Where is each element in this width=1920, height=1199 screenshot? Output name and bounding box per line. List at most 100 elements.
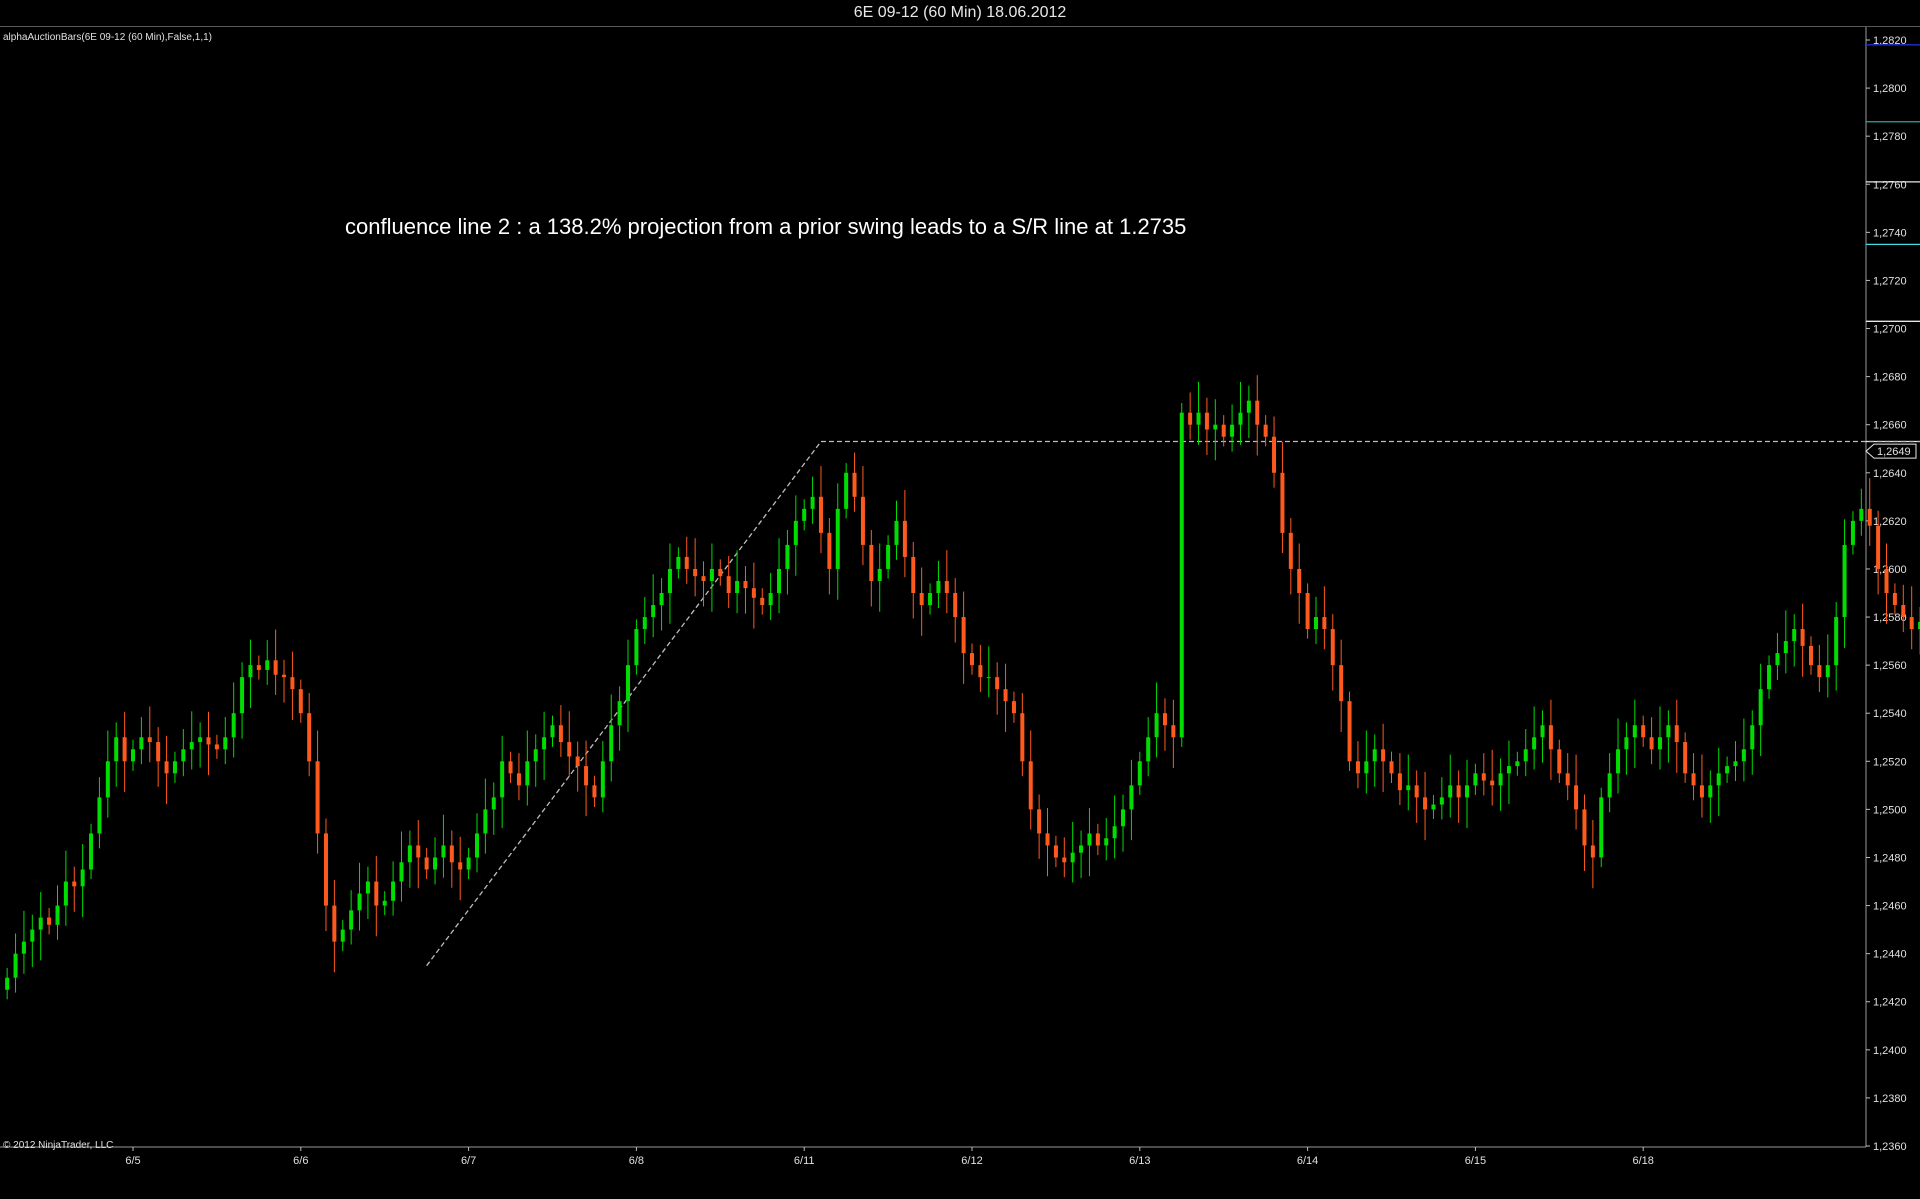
candle-body bbox=[894, 520, 899, 545]
candle-body bbox=[1263, 424, 1268, 437]
candle-body bbox=[1104, 838, 1109, 846]
candle-body bbox=[1884, 568, 1889, 593]
x-tick-label: 6/11 bbox=[794, 1155, 815, 1167]
candle-body bbox=[1095, 833, 1100, 846]
candle-body bbox=[1892, 593, 1897, 606]
candle-body bbox=[768, 593, 773, 606]
chart-annotation[interactable]: confluence line 2 : a 138.2% projection … bbox=[345, 214, 1186, 240]
candle-body bbox=[105, 761, 110, 798]
candle-body bbox=[1783, 641, 1788, 654]
y-tick-label: 1,2460 bbox=[1873, 901, 1907, 913]
candle-body bbox=[1607, 773, 1612, 798]
candle-body bbox=[709, 568, 714, 581]
candle-body bbox=[181, 749, 186, 762]
candle-body bbox=[1423, 797, 1428, 810]
candle-body bbox=[1204, 412, 1209, 430]
candle-body bbox=[1641, 725, 1646, 738]
candle-body bbox=[827, 532, 832, 569]
candle-body bbox=[928, 593, 933, 606]
candle-body bbox=[651, 605, 656, 618]
candle-body bbox=[349, 910, 354, 930]
candle-body bbox=[978, 665, 983, 678]
candle-body bbox=[433, 857, 438, 870]
candle-body bbox=[1339, 665, 1344, 702]
candle-body bbox=[735, 580, 740, 593]
candle-body bbox=[458, 862, 463, 870]
candle-body bbox=[642, 617, 647, 630]
candle-body bbox=[265, 660, 270, 670]
candle-body bbox=[1213, 424, 1218, 430]
candle-body bbox=[1834, 617, 1839, 666]
price-chart[interactable]: 6/5 6/6 6/7 6/8 6/11 6/12 6/13 6/14 6/15 6/18 1,2… bbox=[0, 27, 1920, 1199]
window-title: 6E 09-12 (60 Min) 18.06.2012 bbox=[853, 4, 1067, 21]
candle-body bbox=[902, 520, 907, 557]
candle-body bbox=[231, 713, 236, 738]
candle-body bbox=[1809, 645, 1813, 666]
candle-body bbox=[1616, 749, 1621, 774]
candle-body bbox=[1313, 617, 1318, 630]
candle-body bbox=[1045, 833, 1050, 846]
candle-body bbox=[1800, 629, 1805, 646]
x-tick-label: 6/13 bbox=[1129, 1155, 1150, 1167]
y-tick-label: 1,2360 bbox=[1873, 1141, 1907, 1153]
candle-body bbox=[1456, 785, 1461, 798]
candle-body bbox=[89, 833, 94, 870]
y-tick-label: 1,2500 bbox=[1873, 804, 1907, 816]
y-tick-label: 1,2660 bbox=[1873, 420, 1907, 432]
candle-body bbox=[1624, 737, 1629, 750]
candle-body bbox=[500, 761, 505, 798]
candle-body bbox=[147, 737, 152, 743]
candle-body bbox=[575, 756, 580, 767]
candle-body bbox=[1859, 508, 1864, 521]
y-tick-label: 1,2400 bbox=[1873, 1045, 1907, 1057]
candle-body bbox=[1708, 785, 1713, 798]
candle-body bbox=[1162, 713, 1167, 726]
candle-body bbox=[1498, 773, 1503, 786]
candle-body bbox=[1070, 852, 1075, 863]
candle-body bbox=[777, 568, 782, 593]
x-tick-label: 6/7 bbox=[461, 1155, 476, 1167]
candle-body bbox=[567, 742, 572, 757]
candle-body bbox=[693, 568, 698, 577]
indicator-label: alphaAuctionBars(6E 09-12 (60 Min),False… bbox=[3, 32, 212, 43]
candle-body bbox=[491, 797, 496, 810]
x-tick-label: 6/18 bbox=[1632, 1155, 1653, 1167]
candle-body bbox=[1188, 412, 1193, 425]
candle-body bbox=[1364, 761, 1369, 774]
candle-body bbox=[1003, 689, 1008, 702]
candle-body bbox=[1490, 780, 1495, 786]
candle-body bbox=[282, 674, 287, 678]
candle-body bbox=[810, 496, 815, 509]
candle-body bbox=[466, 857, 471, 870]
candle-body bbox=[1062, 857, 1067, 863]
candle-body bbox=[600, 761, 605, 798]
y-tick-label: 1,2480 bbox=[1873, 852, 1907, 864]
candle-body bbox=[198, 737, 203, 743]
candle-body bbox=[131, 749, 135, 762]
candle-body bbox=[1506, 766, 1511, 774]
y-tick-label: 1,2700 bbox=[1873, 324, 1907, 336]
candle-body bbox=[483, 809, 488, 834]
candle-body bbox=[72, 881, 77, 887]
candle-body bbox=[1850, 520, 1855, 545]
candle-body bbox=[1112, 826, 1117, 839]
candle-body bbox=[726, 576, 731, 593]
title-bar: 6E 09-12 (60 Min) 18.06.2012 bbox=[0, 0, 1920, 27]
candle-body bbox=[785, 544, 790, 569]
candle-body bbox=[172, 761, 177, 774]
candle-body bbox=[818, 496, 823, 533]
candle-body bbox=[1137, 761, 1142, 786]
candle-body bbox=[970, 653, 974, 666]
candle-body bbox=[1414, 785, 1419, 798]
x-tick-label: 6/12 bbox=[961, 1155, 982, 1167]
y-tick-label: 1,2740 bbox=[1873, 227, 1907, 239]
candle-body bbox=[1330, 629, 1335, 666]
candle-body bbox=[760, 597, 765, 606]
candle-body bbox=[944, 580, 949, 593]
candle-body bbox=[1389, 761, 1394, 774]
candle-body bbox=[1699, 785, 1704, 798]
copyright-notice: © 2012 NinjaTrader, LLC bbox=[3, 1140, 114, 1151]
y-tick-label: 1,2440 bbox=[1873, 949, 1907, 961]
y-tick-label: 1,2680 bbox=[1873, 372, 1907, 384]
candle-body bbox=[844, 472, 849, 509]
